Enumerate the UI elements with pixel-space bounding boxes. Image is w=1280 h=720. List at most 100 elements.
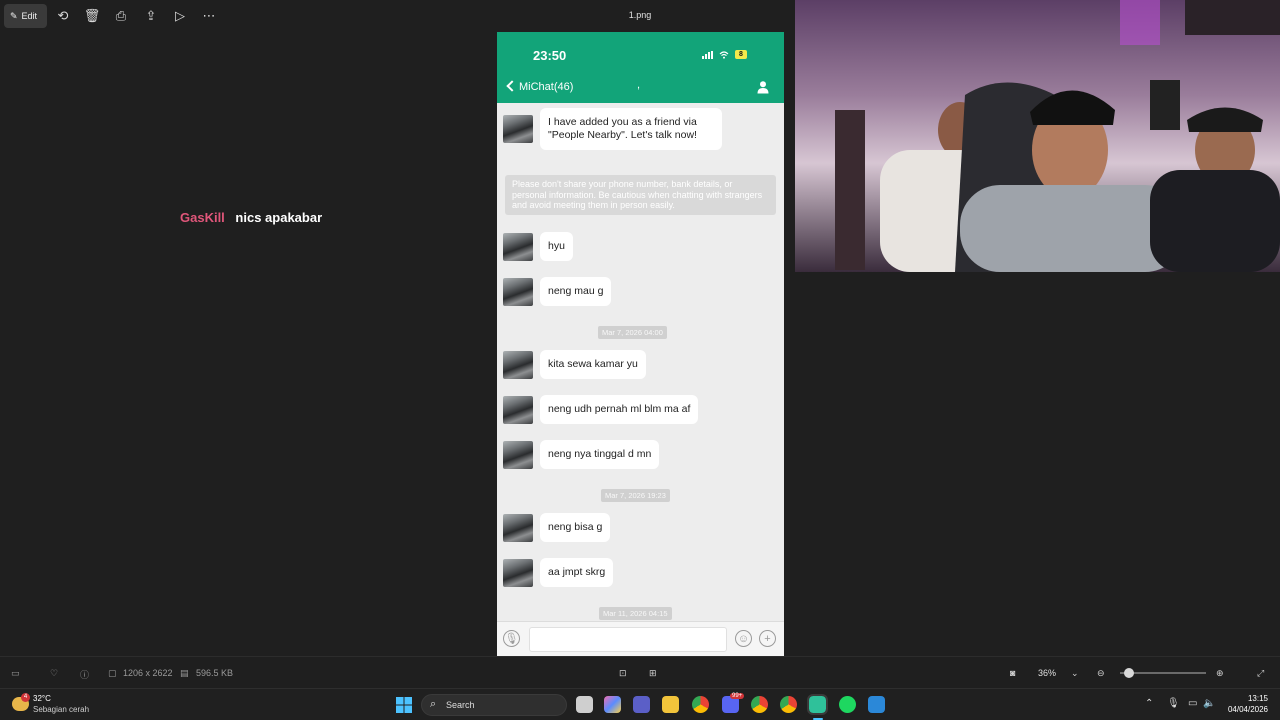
message-bubble: neng mau g: [540, 277, 612, 306]
more-icon[interactable]: ⋯: [198, 6, 220, 26]
taskbar-search[interactable]: ⌕ Search: [421, 694, 567, 716]
message-bubble: I have added you as a friend via "People…: [540, 108, 722, 150]
info-icon[interactable]: ⓘ: [80, 668, 89, 681]
weather-temperature: 32°C: [33, 694, 51, 703]
favorite-icon[interactable]: ♡: [50, 668, 58, 679]
zoom-slider-thumb[interactable]: [1124, 668, 1135, 678]
file-explorer-icon[interactable]: [662, 696, 679, 713]
safety-notice: Please don't share your phone number, ba…: [505, 175, 776, 215]
phone-screenshot: 23:50 8 MiChat(46) , I have added you as…: [497, 32, 784, 656]
webcam-feed: [795, 0, 1280, 272]
slideshow-icon[interactable]: ▷: [169, 6, 191, 26]
search-icon: ⌕: [430, 698, 437, 710]
image-dimensions: 1206 x 2622: [123, 668, 173, 678]
profile-icon[interactable]: [756, 80, 770, 94]
chat-text: nics apakabar: [235, 210, 323, 225]
chat-header: 23:50 8 MiChat(46) ,: [497, 32, 784, 103]
message-row: neng nya tinggal d mn: [503, 440, 660, 469]
zoom-out-icon[interactable]: ⊖: [1097, 668, 1105, 679]
contact-avatar[interactable]: [503, 350, 533, 379]
spotify-icon[interactable]: [839, 696, 856, 713]
contact-avatar[interactable]: [503, 513, 533, 542]
zoom-dropdown-icon[interactable]: ⌄: [1071, 668, 1079, 679]
tray-chevron-icon[interactable]: ⌃: [1145, 698, 1153, 709]
contact-avatar[interactable]: [503, 232, 533, 261]
delete-icon[interactable]: 🗑: [81, 6, 103, 26]
chat-title: MiChat(46): [519, 81, 574, 93]
clock-date[interactable]: 04/04/2026: [1224, 705, 1268, 714]
task-view-icon[interactable]: [576, 696, 593, 713]
message-row: I have added you as a friend via "People…: [503, 108, 722, 150]
microphone-icon[interactable]: 🎙: [1167, 698, 1180, 709]
contact-avatar[interactable]: [503, 440, 533, 469]
zoom-slider[interactable]: [1120, 668, 1206, 678]
edit-icon: ✎: [10, 10, 18, 21]
file-name: 1.png: [628, 10, 652, 20]
webcam-image: [795, 0, 1280, 272]
chrome-icon[interactable]: [692, 696, 709, 713]
search-placeholder: Search: [446, 700, 475, 710]
message-row: hyu: [503, 232, 573, 261]
wifi-icon: [719, 50, 729, 59]
teams-icon[interactable]: [633, 696, 650, 713]
clock-time[interactable]: 13:15: [1236, 694, 1268, 703]
phone-status-icons: 8: [702, 50, 747, 59]
message-bubble: neng nya tinggal d mn: [540, 440, 660, 469]
file-size: 596.5 KB: [196, 668, 234, 678]
message-input-bar: 🎙 ☺ +: [497, 621, 784, 656]
chrome-profile-icon[interactable]: [751, 696, 768, 713]
chat-username: GasKill: [180, 210, 225, 225]
stream-chat-message: GasKill nics apakabar: [180, 210, 322, 225]
network-icon[interactable]: ▭: [1188, 698, 1197, 709]
message-bubble: neng bisa g: [540, 513, 611, 542]
contact-avatar[interactable]: [503, 115, 533, 143]
battery-indicator: 8: [735, 50, 747, 59]
back-icon[interactable]: [506, 80, 518, 92]
discord-badge: 99+: [730, 693, 745, 699]
phone-clock: 23:50: [533, 48, 567, 63]
actual-size-icon[interactable]: ⊞: [649, 668, 657, 679]
plus-icon[interactable]: +: [759, 630, 776, 647]
message-bubble: aa jmpt skrg: [540, 558, 614, 587]
message-bubble: neng udh pernah ml blm ma af: [540, 395, 699, 424]
fit-screen-icon[interactable]: ⊡: [619, 668, 627, 679]
volume-icon[interactable]: 🔈: [1203, 698, 1215, 709]
emoji-icon[interactable]: ☺: [735, 630, 752, 647]
message-input[interactable]: [529, 627, 727, 652]
message-bubble: kita sewa kamar yu: [540, 350, 646, 379]
app-icon-active[interactable]: [807, 694, 828, 715]
windows-start-icon[interactable]: [396, 697, 412, 713]
edit-button-label: Edit: [21, 11, 38, 21]
signal-icon: [702, 50, 713, 59]
zoom-in-icon[interactable]: ⊕: [1216, 668, 1224, 679]
screenshot-icon[interactable]: ◙: [1010, 668, 1015, 678]
filmstrip-icon[interactable]: ▭: [11, 668, 20, 679]
contact-avatar[interactable]: [503, 395, 533, 424]
date-separator: Mar 7, 2026 19:23: [601, 489, 670, 502]
message-bubble: hyu: [540, 232, 573, 261]
weather-description: Sebagian cerah: [33, 705, 90, 714]
message-row: neng bisa g: [503, 513, 611, 542]
chrome-profile-icon[interactable]: [780, 696, 797, 713]
copilot-icon[interactable]: [604, 696, 621, 713]
message-row: neng mau g: [503, 277, 612, 306]
date-separator: Mar 11, 2026 04:15: [599, 607, 672, 620]
date-separator: Mar 7, 2026 04:00: [598, 326, 667, 339]
message-row: aa jmpt skrg: [503, 558, 614, 587]
zoom-level[interactable]: 36%: [1038, 668, 1056, 678]
windows-taskbar: 4 32°C Sebagian cerah ⌕ Search 99+ ⌃ 🎙 ▭…: [0, 688, 1280, 720]
voice-icon[interactable]: 🎙: [503, 630, 520, 647]
viewer-status-bar: ▭ ♡ ⓘ ▢ 1206 x 2622 ▤ 596.5 KB ⊡ ⊞ ◙ 36%…: [0, 656, 1280, 688]
contact-avatar[interactable]: [503, 558, 533, 587]
weather-badge: 4: [21, 693, 30, 702]
dimensions-icon: ▢: [108, 668, 117, 678]
edit-button[interactable]: ✎ Edit: [4, 4, 47, 28]
message-row: neng udh pernah ml blm ma af: [503, 395, 699, 424]
print-icon[interactable]: ⎙: [110, 6, 132, 26]
share-icon[interactable]: ⇪: [140, 6, 162, 26]
rotate-icon[interactable]: ⟲: [52, 6, 74, 26]
photos-icon[interactable]: [868, 696, 885, 713]
message-row: kita sewa kamar yu: [503, 350, 646, 379]
contact-avatar[interactable]: [503, 277, 533, 306]
fullscreen-icon[interactable]: ⤢: [1257, 668, 1264, 679]
